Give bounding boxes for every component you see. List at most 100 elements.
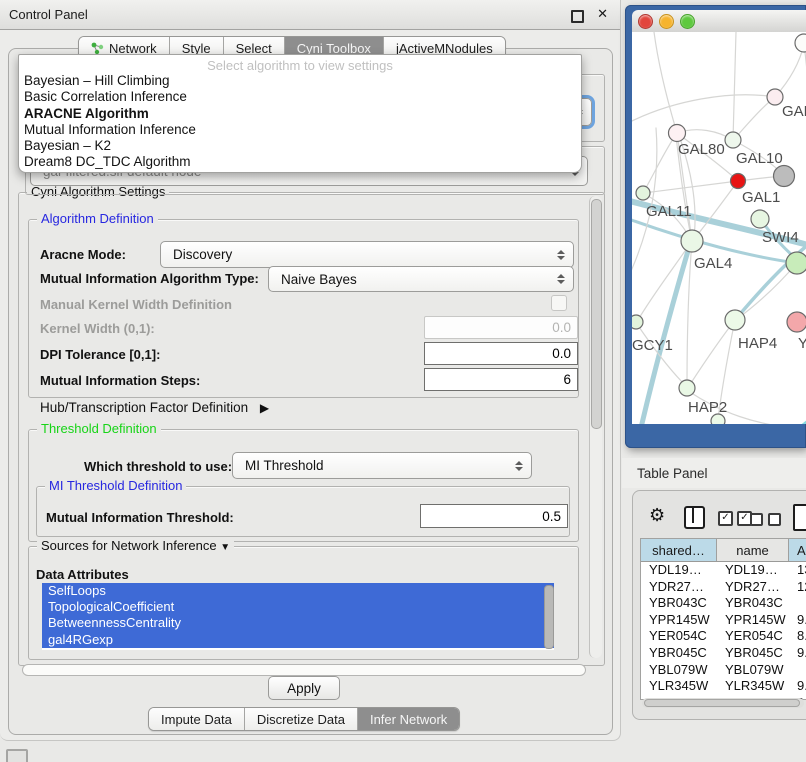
table-cell: YBR045C [717, 645, 789, 662]
column-header-a[interactable]: A [789, 539, 806, 561]
tab-impute-data[interactable]: Impute Data [149, 708, 245, 730]
table-row[interactable]: YDR27…YDR27…12 [641, 579, 806, 596]
settings-horizontal-scrollbar[interactable] [22, 664, 586, 676]
dropdown-item-aracne-algorithm[interactable]: ARACNE Algorithm [19, 106, 581, 122]
network-node[interactable] [786, 252, 806, 274]
table-hscroll-thumb[interactable] [644, 699, 800, 707]
table-horizontal-scrollbar[interactable] [642, 698, 804, 708]
combo-arrows-icon [514, 461, 523, 471]
settings-vscroll-thumb[interactable] [591, 199, 602, 429]
network-node[interactable] [774, 166, 795, 187]
settings-vertical-scrollbar[interactable] [589, 196, 602, 658]
node-label-gal1: GAL1 [742, 189, 780, 206]
network-node[interactable] [725, 310, 745, 330]
network-node[interactable] [795, 34, 806, 52]
network-edge [733, 32, 736, 140]
table-cell: YBL079W [717, 662, 789, 679]
table-row[interactable]: YLR345WYLR345W9. [641, 678, 806, 695]
control-panel-window: Control Panel ✕ NetworkStyleSelectCyni T… [0, 0, 621, 741]
network-node[interactable] [767, 89, 783, 105]
node-label-y: Y [798, 335, 806, 352]
tab-discretize-data[interactable]: Discretize Data [245, 708, 358, 730]
node-label-gcy1: GCY1 [632, 337, 673, 354]
table-cell: YER054C [641, 628, 717, 645]
tab-infer-network[interactable]: Infer Network [358, 708, 459, 730]
network-canvas[interactable]: GALGAL80GAL10GAL1GAL11SWI4GAL4GCY1HAP4YH… [632, 32, 806, 424]
table-cell: YBR043C [717, 595, 789, 612]
node-label-swi4: SWI4 [762, 229, 799, 246]
table-row[interactable]: YER054CYER054C8. [641, 628, 806, 645]
network-edge [640, 244, 690, 424]
table-row[interactable]: YBL079WYBL079W [641, 662, 806, 679]
dropdown-item-dream8-dc-tdc-algorithm[interactable]: Dream8 DC_TDC Algorithm [19, 154, 581, 170]
dropdown-item-bayesian-k2[interactable]: Bayesian – K2 [19, 138, 581, 154]
node-table[interactable]: shared…nameA YDL19…YDL19…13YDR27…YDR27…1… [640, 538, 806, 700]
column-header-shared[interactable]: shared… [641, 539, 717, 561]
network-graph: GALGAL80GAL10GAL1GAL11SWI4GAL4GCY1HAP4YH… [632, 32, 806, 424]
dropdown-item-bayesian-hill-climbing[interactable]: Bayesian – Hill Climbing [19, 73, 581, 89]
manual-kernel-checkbox[interactable] [551, 295, 567, 311]
dock-icon[interactable] [6, 749, 28, 762]
mi-type-combo[interactable]: Naive Bayes [268, 266, 574, 292]
attribute-item-topologicalcoefficient[interactable]: TopologicalCoefficient [42, 599, 554, 615]
network-node[interactable] [787, 312, 806, 332]
deselect-all-columns-icon[interactable] [750, 513, 781, 526]
disclosure-right-arrow-icon: ▶ [252, 401, 269, 415]
node-label-gal4: GAL4 [694, 255, 732, 272]
export-table-icon[interactable] [793, 504, 806, 531]
network-view-titlebar[interactable] [632, 10, 806, 33]
float-window-icon[interactable] [571, 10, 584, 23]
network-node[interactable] [681, 230, 703, 252]
table-row[interactable]: YDL19…YDL19…13 [641, 562, 806, 579]
select-all-columns-icon[interactable]: ✓ ✓ [718, 511, 752, 526]
table-body: YDL19…YDL19…13YDR27…YDR27…12YBR043CYBR04… [641, 562, 806, 700]
tab-label: Impute Data [161, 712, 232, 727]
network-node[interactable] [679, 380, 695, 396]
mi-threshold-title: MI Threshold Definition [45, 479, 186, 493]
attributes-list-scrollbar[interactable] [544, 585, 554, 649]
network-edge [643, 181, 738, 193]
dropdown-item-mutual-information-inference[interactable]: Mutual Information Inference [19, 122, 581, 138]
tab-label: Infer Network [370, 712, 447, 727]
hub-definition-disclosure[interactable]: Hub/Transcription Factor Definition ▶ [40, 400, 269, 415]
table-cell: YBL079W [641, 662, 717, 679]
dropdown-hint: Select algorithm to view settings [19, 55, 581, 73]
table-cell: 9. [789, 612, 806, 629]
apply-button[interactable]: Apply [268, 676, 340, 700]
attribute-item-betweennesscentrality[interactable]: BetweennessCentrality [42, 615, 554, 631]
close-icon[interactable]: ✕ [597, 6, 608, 22]
sources-title[interactable]: Sources for Network Inference ▼ [37, 539, 234, 555]
algorithm-definition-title: Algorithm Definition [37, 212, 158, 226]
dropdown-item-basic-correlation-inference[interactable]: Basic Correlation Inference [19, 89, 581, 105]
network-node[interactable] [731, 174, 746, 189]
attribute-item-selfloops[interactable]: SelfLoops [42, 583, 554, 599]
network-node[interactable] [669, 125, 686, 142]
table-row[interactable]: YPR145WYPR145W9. [641, 612, 806, 629]
dpi-tolerance-field[interactable]: 0.0 [424, 342, 578, 365]
column-header-name[interactable]: name [717, 539, 789, 561]
data-attributes-list[interactable]: SelfLoopsTopologicalCoefficientBetweenne… [42, 583, 554, 650]
minimize-traffic-light-icon[interactable] [659, 14, 674, 29]
gear-icon[interactable]: ⚙ [649, 506, 665, 524]
table-cell: 13 [789, 562, 806, 579]
aracne-mode-combo[interactable]: Discovery [160, 241, 574, 268]
network-node[interactable] [725, 132, 741, 148]
table-row[interactable]: YBR045CYBR045C9. [641, 645, 806, 662]
table-cell: YPR145W [717, 612, 789, 629]
network-edge [638, 241, 692, 320]
table-cell: YLR345W [717, 678, 789, 695]
which-threshold-label: Which threshold to use: [84, 459, 232, 474]
mi-steps-field[interactable]: 6 [424, 368, 578, 391]
kernel-width-field[interactable]: 0.0 [424, 316, 578, 339]
table-row[interactable]: YBR043CYBR043C [641, 595, 806, 612]
network-node[interactable] [751, 210, 769, 228]
which-threshold-combo[interactable]: MI Threshold [232, 452, 532, 479]
network-node[interactable] [636, 186, 650, 200]
network-edge [775, 44, 804, 97]
zoom-traffic-light-icon[interactable] [680, 14, 695, 29]
close-traffic-light-icon[interactable] [638, 14, 653, 29]
network-node[interactable] [632, 315, 643, 329]
attribute-item-gal4rgexp[interactable]: gal4RGexp [42, 632, 554, 648]
columns-icon[interactable] [684, 506, 705, 529]
mi-threshold-field[interactable]: 0.5 [420, 504, 568, 528]
